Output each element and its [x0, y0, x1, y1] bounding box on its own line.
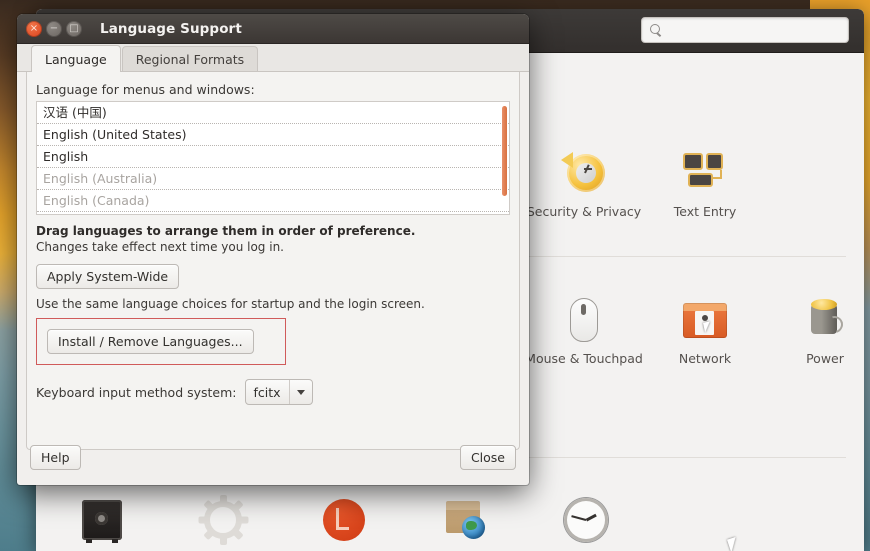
list-item[interactable]: English (Australia) [37, 168, 509, 190]
panel-item-network[interactable]: Network [646, 293, 764, 366]
panel-item-power[interactable]: Power [766, 293, 864, 366]
panel-item-label: Security & Privacy [526, 204, 642, 219]
security-privacy-icon [525, 146, 643, 200]
panel-item-landscape[interactable]: Landscape [285, 493, 403, 551]
settings-search-box[interactable] [641, 17, 849, 43]
close-button[interactable]: Close [459, 445, 516, 470]
help-button[interactable]: Help [30, 445, 81, 470]
panel-item-security-privacy[interactable]: Security & Privacy [525, 146, 643, 219]
install-remove-languages-button[interactable]: Install / Remove Languages... [47, 329, 254, 354]
minimize-icon[interactable]: − [46, 20, 62, 37]
close-icon[interactable]: × [26, 20, 42, 37]
language-list-label: Language for menus and windows: [36, 82, 255, 97]
input-method-select[interactable]: fcitx [244, 379, 313, 405]
list-item[interactable]: 汉语 (中国) [37, 102, 509, 124]
power-icon [766, 293, 864, 347]
list-item[interactable]: English (Canada) [37, 190, 509, 212]
maximize-icon[interactable]: □ [66, 20, 82, 37]
chevron-down-icon [290, 389, 312, 395]
panel-item-label: Network [678, 351, 732, 366]
dialog-titlebar: × − □ Language Support [17, 14, 529, 44]
panel-item-label: Text Entry [673, 204, 737, 219]
tab-strip: Language Regional Formats [17, 44, 529, 73]
network-icon [646, 293, 764, 347]
tab-regional-formats[interactable]: Regional Formats [121, 46, 259, 72]
panel-item-details[interactable]: Details [164, 493, 282, 551]
drag-hint: Drag languages to arrange them in order … [36, 224, 416, 238]
panel-item-time-date[interactable]: Time & Date [527, 493, 645, 551]
panel-item-backups[interactable]: Backups [43, 493, 161, 551]
input-method-value: fcitx [253, 384, 281, 400]
landscape-icon [285, 493, 403, 547]
input-method-row: Keyboard input method system: fcitx [36, 379, 510, 405]
panel-item-label: Mouse & Touchpad [525, 351, 643, 366]
list-item[interactable]: English (United States) [37, 124, 509, 146]
dialog-title: Language Support [100, 20, 242, 37]
language-list-scrollbar[interactable] [502, 106, 507, 196]
backups-icon [43, 493, 161, 547]
panel-item-label: Power [806, 351, 844, 366]
list-item[interactable]: English [37, 146, 509, 168]
language-tab-panel: Language for menus and windows: 汉语 (中国) … [26, 72, 520, 450]
language-support-dialog[interactable]: × − □ Language Support Language Regional… [17, 14, 529, 485]
input-method-label: Keyboard input method system: [36, 384, 237, 400]
tab-label: Regional Formats [135, 52, 245, 67]
search-icon [650, 23, 663, 37]
dialog-footer: Help Close [17, 430, 529, 485]
mouse-touchpad-icon [525, 293, 643, 347]
changes-hint: Changes take effect next time you log in… [36, 240, 284, 254]
install-remove-highlight: Install / Remove Languages... [36, 318, 286, 365]
language-list[interactable]: 汉语 (中国) English (United States) English … [36, 101, 510, 215]
apply-note: Use the same language choices for startu… [36, 297, 425, 311]
time-date-icon [527, 493, 645, 547]
panel-item-mouse-touchpad[interactable]: Mouse & Touchpad [525, 293, 643, 366]
software-updates-icon [406, 493, 524, 547]
apply-system-wide-button[interactable]: Apply System-Wide [36, 264, 180, 289]
tab-label: Language [45, 51, 107, 67]
panel-item-text-entry[interactable]: Text Entry [646, 146, 764, 219]
panel-item-software-updates[interactable]: Software & [406, 493, 524, 551]
tab-language[interactable]: Language [31, 45, 121, 73]
details-icon [164, 493, 282, 547]
text-entry-icon [646, 146, 764, 200]
